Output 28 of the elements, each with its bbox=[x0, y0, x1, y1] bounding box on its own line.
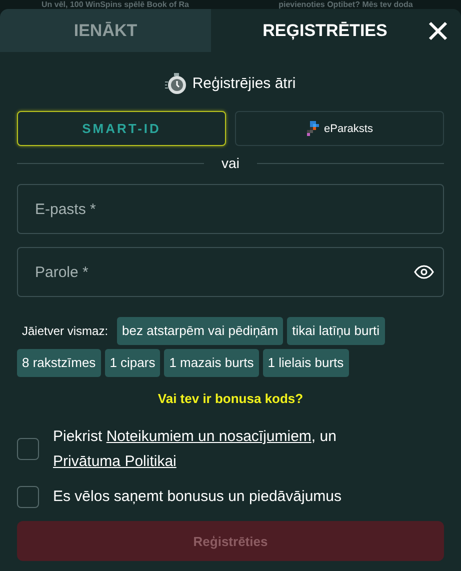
stopwatch-icon bbox=[165, 73, 188, 95]
eparaksts-logo-icon bbox=[306, 120, 320, 136]
smart-id-button[interactable]: SMART-ID bbox=[17, 111, 226, 146]
banner-text: Un vēl, 100 WinSpins spēlē Book of Ra bbox=[40, 0, 190, 9]
password-field[interactable]: Parole * bbox=[17, 247, 444, 297]
eye-icon[interactable] bbox=[414, 265, 434, 279]
requirement-chip: bez atstarpēm vai pēdiņām bbox=[117, 317, 284, 345]
divider-text: vai bbox=[222, 155, 240, 171]
quick-register-title: Reģistrējies ātri bbox=[192, 74, 296, 94]
requirement-chip: 1 mazais burts bbox=[164, 349, 259, 377]
requirement-chip: 1 cipars bbox=[104, 349, 160, 377]
tab[interactable]: IENĀKT bbox=[0, 9, 211, 52]
email-field[interactable]: E-pasts * bbox=[17, 184, 444, 234]
requirement-chip: 8 rakstzīmes bbox=[17, 349, 101, 377]
banner-text: pievienoties Optibet? Mēs tev doda bbox=[278, 0, 414, 9]
requirement-chip: tikai latīņu burti bbox=[287, 317, 385, 345]
consent-text: Es vēlos saņemt bonusus un piedāvājumus bbox=[53, 487, 342, 507]
eparaksts-button[interactable]: eParaksts bbox=[235, 111, 444, 146]
link[interactable]: Noteikumiem un nosacījumiem bbox=[106, 428, 312, 445]
consent-text: Piekrist Noteikumiem un nosacījumiem, un Privātuma Politikai bbox=[53, 427, 338, 472]
checkbox[interactable] bbox=[17, 486, 39, 508]
close-icon bbox=[428, 20, 448, 40]
requirement-chip: 1 lielais burts bbox=[262, 349, 349, 377]
checkbox[interactable] bbox=[17, 438, 39, 460]
tab[interactable]: REĢISTRĒTIES bbox=[211, 9, 415, 52]
link[interactable]: Privātuma Politikai bbox=[53, 453, 176, 470]
bonus-code-link[interactable]: Vai tev ir bonusa kods? bbox=[158, 391, 304, 406]
requirements-label: Jāietver vismaz: bbox=[21, 324, 110, 338]
